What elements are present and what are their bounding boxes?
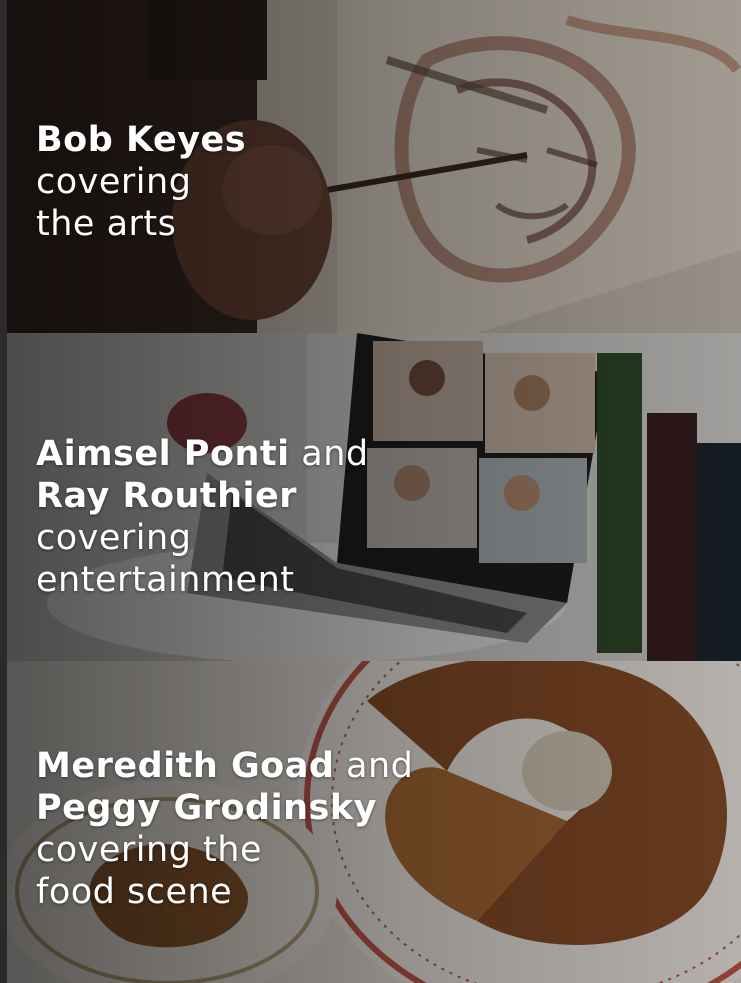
caption-subtitle: covering [36, 162, 192, 202]
caption-subtitle: covering the [36, 830, 262, 870]
food-caption: Meredith Goad and Peggy Grodinsky coveri… [36, 745, 413, 913]
arts-caption: Bob Keyes covering the arts [36, 119, 246, 245]
caption-subtitle: the arts [36, 204, 177, 244]
entertainment-panel[interactable]: Aimsel Ponti and Ray Routhier covering e… [7, 333, 741, 661]
food-panel[interactable]: Meredith Goad and Peggy Grodinsky coveri… [7, 661, 741, 983]
caption-subtitle: food scene [36, 872, 233, 912]
writer-name: Ray Routhier [36, 476, 298, 516]
writer-name: Meredith Goad [36, 746, 335, 786]
name-joiner: and [301, 434, 369, 474]
writer-name: Peggy Grodinsky [36, 788, 377, 828]
writer-name: Aimsel Ponti [36, 434, 290, 474]
left-edge-strip [0, 0, 7, 983]
arts-panel[interactable]: Bob Keyes covering the arts [7, 0, 741, 333]
promo-collage: Bob Keyes covering the arts Aimsel Ponti… [0, 0, 741, 983]
writer-name: Bob Keyes [36, 120, 247, 160]
caption-subtitle: entertainment [36, 560, 295, 600]
caption-subtitle: covering [36, 518, 192, 558]
entertainment-caption: Aimsel Ponti and Ray Routhier covering e… [36, 433, 369, 601]
name-joiner: and [346, 746, 414, 786]
